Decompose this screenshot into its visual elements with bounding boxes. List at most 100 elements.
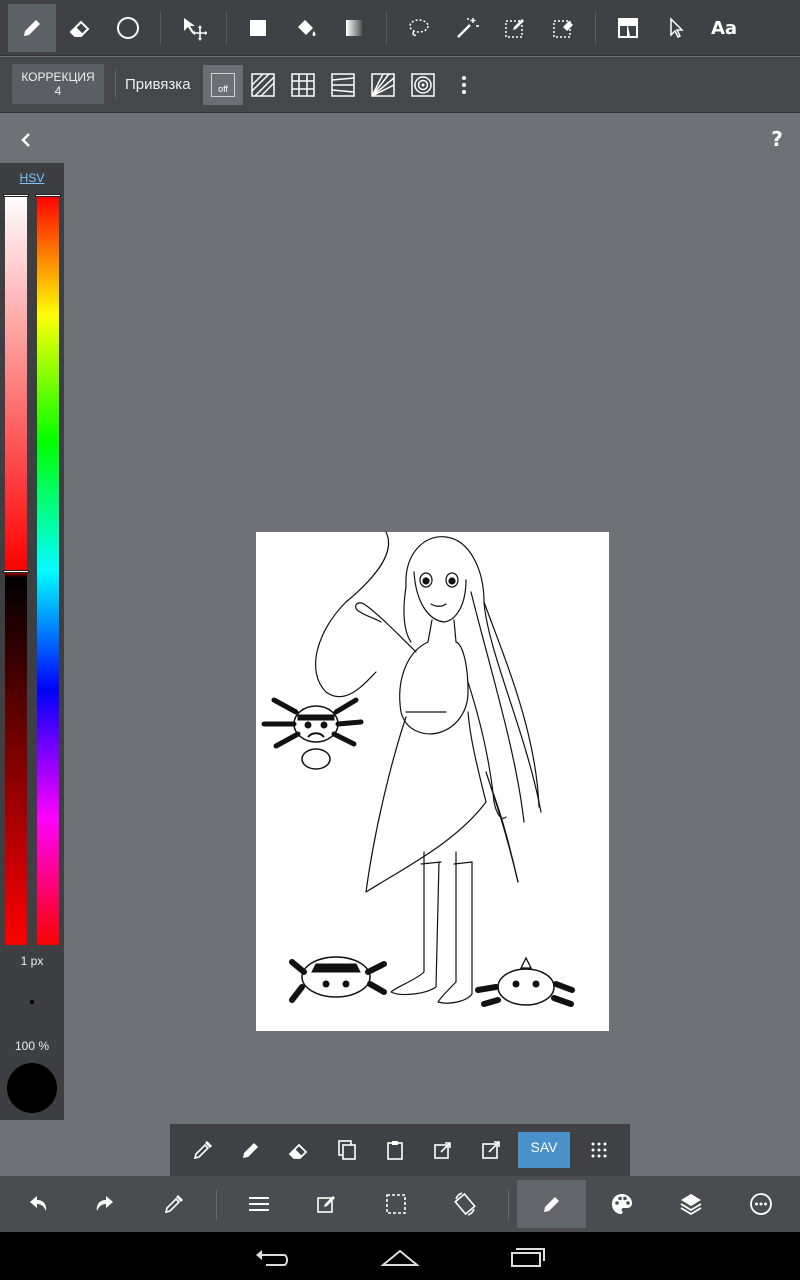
snap-off-button[interactable]: off bbox=[203, 65, 243, 105]
snap-label: Привязка bbox=[125, 76, 191, 93]
fill-rect-tool-button[interactable] bbox=[234, 4, 282, 52]
circle-icon bbox=[117, 17, 139, 39]
grid-icon bbox=[291, 73, 315, 97]
gradient-icon bbox=[346, 20, 362, 36]
snap-parallel-button[interactable] bbox=[243, 65, 283, 105]
dots-grid-icon bbox=[591, 1142, 607, 1158]
home-icon bbox=[381, 1249, 419, 1266]
pen-tool-button[interactable] bbox=[8, 4, 56, 52]
snap-concentric-button[interactable] bbox=[403, 65, 443, 105]
chevron-left-icon bbox=[21, 133, 30, 147]
select-pen-icon bbox=[505, 19, 524, 38]
move-tool-button[interactable] bbox=[170, 4, 218, 52]
back-arrow-icon bbox=[256, 1250, 288, 1266]
text-tool-button[interactable]: Aa bbox=[700, 4, 748, 52]
more-vertical-icon bbox=[462, 76, 466, 94]
current-color-swatch[interactable] bbox=[7, 1063, 57, 1113]
value-slider-handle[interactable] bbox=[3, 570, 29, 573]
eraser-icon bbox=[288, 1143, 308, 1159]
hue-slider-handle[interactable] bbox=[35, 194, 61, 197]
quick-pen-button[interactable] bbox=[229, 1128, 273, 1172]
clipboard-icon bbox=[387, 1141, 403, 1160]
hue-slider[interactable] bbox=[37, 195, 59, 945]
snap-toolbar: КОРРЕКЦИЯ 4 Привязка off bbox=[0, 57, 800, 113]
magic-wand-icon bbox=[457, 18, 479, 38]
redo-icon bbox=[96, 1196, 113, 1211]
snap-more-button[interactable] bbox=[444, 65, 484, 105]
select-eraser-icon bbox=[553, 20, 573, 38]
snap-perspective-button[interactable] bbox=[323, 65, 363, 105]
operation-tool-button[interactable] bbox=[652, 4, 700, 52]
drawing-canvas[interactable] bbox=[256, 532, 609, 1031]
edit-icon bbox=[317, 1196, 335, 1213]
eyedropper-icon bbox=[164, 1195, 183, 1214]
perspective-lines-icon bbox=[331, 73, 355, 97]
gradient-tool-button[interactable] bbox=[330, 4, 378, 52]
color-panel: HSV 1 px 100 % bbox=[0, 163, 64, 1120]
system-recents-button[interactable] bbox=[498, 1240, 558, 1274]
paste-button[interactable] bbox=[373, 1128, 417, 1172]
color-mode-toggle[interactable]: HSV bbox=[0, 171, 64, 185]
palette-icon bbox=[612, 1194, 632, 1214]
color-palette-button[interactable] bbox=[594, 1180, 650, 1228]
menu-button[interactable] bbox=[231, 1180, 287, 1228]
select-pen-tool-button[interactable] bbox=[491, 4, 539, 52]
radial-lines-icon bbox=[371, 73, 395, 97]
selection-icon bbox=[386, 1194, 406, 1214]
hamburger-menu-icon bbox=[249, 1197, 269, 1211]
parallel-lines-icon bbox=[251, 73, 275, 97]
rectangle-icon bbox=[250, 20, 266, 36]
opacity-label: 100 % bbox=[14, 1039, 50, 1053]
save-button[interactable]: SAV bbox=[518, 1132, 570, 1168]
pen-icon bbox=[24, 20, 40, 36]
export-icon bbox=[482, 1141, 500, 1159]
import-button[interactable] bbox=[421, 1128, 465, 1172]
saturation-slider-handle[interactable] bbox=[3, 194, 29, 197]
brush-settings-button[interactable] bbox=[517, 1180, 586, 1228]
recent-apps-icon bbox=[511, 1248, 545, 1267]
export-button[interactable] bbox=[469, 1128, 513, 1172]
rotate-icon bbox=[454, 1192, 476, 1216]
undo-button[interactable] bbox=[10, 1180, 66, 1228]
copy-button[interactable] bbox=[325, 1128, 369, 1172]
frame-divider-tool-button[interactable] bbox=[604, 4, 652, 52]
eraser-tool-button[interactable] bbox=[56, 4, 104, 52]
brush-size-preview bbox=[30, 1000, 34, 1004]
snap-grid-button[interactable] bbox=[283, 65, 323, 105]
pen-icon bbox=[543, 1197, 559, 1212]
cursor-icon bbox=[670, 17, 684, 39]
eraser-icon bbox=[69, 20, 90, 37]
quick-eraser-button[interactable] bbox=[277, 1128, 321, 1172]
layers-button[interactable] bbox=[663, 1180, 719, 1228]
eyedropper-button[interactable] bbox=[181, 1128, 225, 1172]
select-eraser-tool-button[interactable] bbox=[539, 4, 587, 52]
snap-radial-button[interactable] bbox=[363, 65, 403, 105]
bottom-toolbar bbox=[0, 1176, 800, 1232]
color-picker-button[interactable] bbox=[146, 1180, 202, 1228]
correction-value: 4 bbox=[54, 84, 62, 98]
layers-icon bbox=[680, 1194, 702, 1216]
system-back-button[interactable] bbox=[242, 1240, 302, 1274]
edit-button[interactable] bbox=[299, 1180, 355, 1228]
rotate-canvas-button[interactable] bbox=[437, 1180, 493, 1228]
selection-button[interactable] bbox=[368, 1180, 424, 1228]
correction-button[interactable]: КОРРЕКЦИЯ 4 bbox=[12, 64, 104, 104]
undo-icon bbox=[30, 1196, 47, 1211]
system-home-button[interactable] bbox=[370, 1240, 430, 1274]
collapse-panel-button[interactable] bbox=[12, 126, 40, 154]
redo-button[interactable] bbox=[77, 1180, 133, 1228]
lasso-icon bbox=[409, 19, 429, 36]
text-tool-label: Aa bbox=[710, 17, 738, 39]
lasso-tool-button[interactable] bbox=[395, 4, 443, 52]
grid-menu-button[interactable] bbox=[577, 1128, 621, 1172]
move-icon bbox=[184, 18, 207, 41]
brush-shape-button[interactable] bbox=[104, 4, 152, 52]
bucket-tool-button[interactable] bbox=[282, 4, 330, 52]
magic-wand-tool-button[interactable] bbox=[443, 4, 491, 52]
more-options-button[interactable] bbox=[733, 1180, 789, 1228]
brush-size-label: 1 px bbox=[20, 954, 44, 968]
main-toolbar: Aa bbox=[0, 0, 800, 56]
help-button[interactable]: ? bbox=[762, 124, 792, 154]
more-circle-icon bbox=[750, 1193, 772, 1215]
quick-action-bar: SAV bbox=[170, 1124, 630, 1176]
